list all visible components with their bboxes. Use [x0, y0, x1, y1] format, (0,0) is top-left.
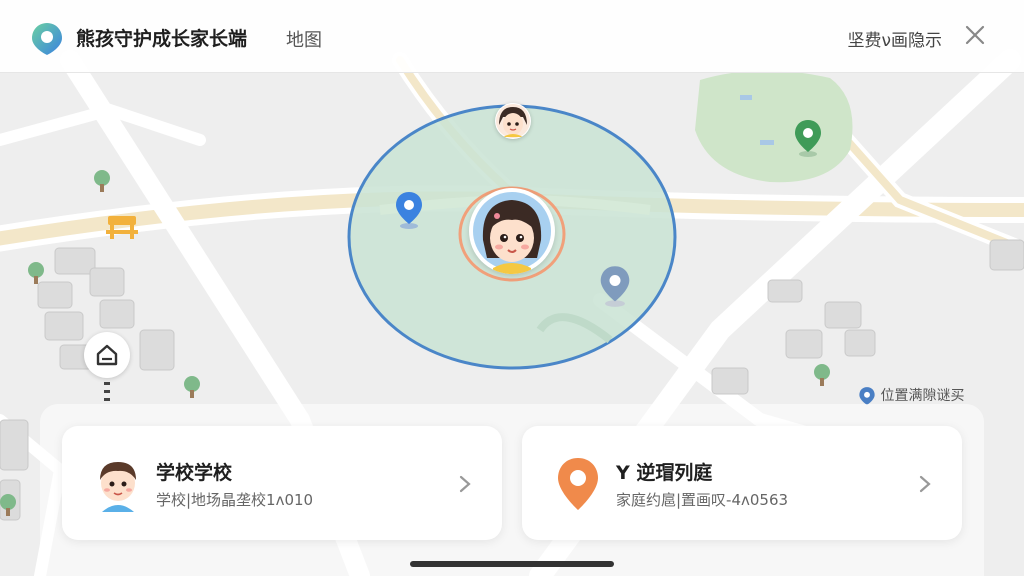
card-title: 学校学校	[156, 462, 233, 484]
card-title: Y 逆瑁列庭	[616, 462, 713, 484]
location-pin-icon	[859, 387, 875, 405]
top-action-link[interactable]: 坚费ν画隐示	[848, 26, 943, 51]
chevron-right-icon	[459, 475, 471, 493]
home-indicator[interactable]	[410, 561, 614, 567]
card-subtitle: 家庭约扈|置画叹-4ʌ0563	[616, 491, 789, 509]
app-title: 熊孩守护成长家长端	[76, 28, 248, 50]
home-card[interactable]: Y 逆瑁列庭 家庭约扈|置画叹-4ʌ0563	[522, 426, 962, 540]
blue-pin-icon[interactable]	[395, 190, 423, 230]
child-avatar[interactable]	[469, 188, 555, 274]
map-pin-icon	[558, 458, 598, 510]
girl-face-icon	[473, 192, 551, 274]
home-icon	[96, 344, 118, 366]
close-icon[interactable]	[962, 22, 988, 48]
page-subtitle: 地图	[286, 30, 322, 51]
child-avatar-icon	[100, 462, 136, 512]
map-legend[interactable]: 位置满隙谜买	[858, 385, 964, 406]
green-pin-icon[interactable]	[794, 118, 822, 158]
school-card[interactable]: 学校学校 学校|地场晶垄校1ʌ010	[62, 426, 502, 540]
top-bar: 熊孩守护成长家长端 地图 坚费ν画隐示	[0, 0, 1024, 73]
card-subtitle: 学校|地场晶垄校1ʌ010	[156, 491, 314, 509]
chevron-right-icon	[919, 475, 931, 493]
small-girl-face-icon	[496, 104, 530, 138]
home-location-button[interactable]	[84, 332, 130, 378]
legend-label: 位置满隙谜买	[880, 388, 965, 404]
app-logo-icon	[32, 23, 62, 55]
secondary-child-avatar[interactable]	[495, 103, 531, 139]
gray-pin-icon[interactable]	[599, 264, 631, 308]
